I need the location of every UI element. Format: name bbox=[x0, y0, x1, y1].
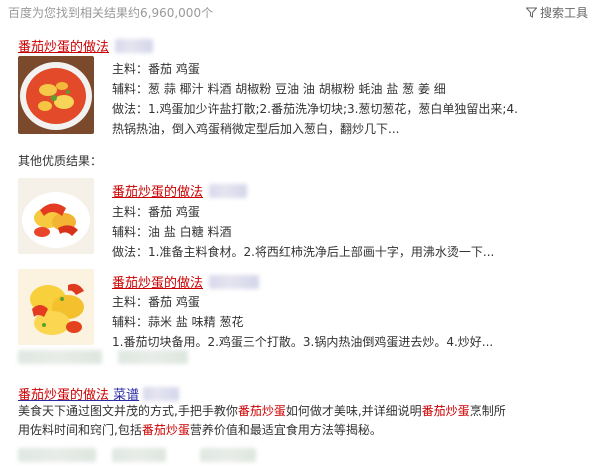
blurred-source bbox=[209, 183, 248, 198]
result-count: 百度为您找到相关结果约6,960,000个 bbox=[8, 6, 214, 20]
other-results-label: 其他优质结果： bbox=[18, 154, 103, 168]
snippet-highlight: 番茄炒蛋 bbox=[237, 404, 286, 418]
last-result-title-keyword: 番茄炒蛋的做法 bbox=[18, 388, 110, 403]
blurred-url bbox=[112, 448, 166, 462]
last-result-snippet: 美食天下通过图文并茂的方式,手把手教你番茄炒蛋如何做才美味,并详细说明番茄炒蛋烹… bbox=[18, 402, 588, 440]
other-2-aux-ingredients: 辅料：蒜米 盐 味精 葱花 bbox=[112, 315, 244, 329]
other-result-2-title-link[interactable]: 番茄炒蛋的做法 bbox=[112, 272, 203, 291]
blurred-url bbox=[118, 350, 188, 364]
blurred-source bbox=[209, 274, 260, 289]
top-steps-line1: 做法：1.鸡蛋加少许盐打散;2.番茄洗净切块;3.葱切葱花，葱白单独留出来;4. bbox=[112, 102, 518, 116]
search-tools-button[interactable]: 搜索工具 bbox=[525, 4, 588, 21]
last-result-title-row: 番茄炒蛋的做法 菜谱 bbox=[18, 384, 180, 403]
top-result-title-row: 番茄炒蛋的做法 bbox=[18, 36, 154, 55]
snippet-text: 营养价值和最适宜食用方法等揭秘。 bbox=[189, 423, 382, 437]
other-1-main-ingredients: 主料：番茄 鸡蛋 bbox=[112, 205, 200, 219]
top-result-thumbnail[interactable] bbox=[18, 56, 94, 134]
snippet-text: 美食天下通过图文并茂的方式,手把手教你 bbox=[18, 404, 238, 418]
blurred-url bbox=[18, 448, 96, 462]
other-result-2-title-row: 番茄炒蛋的做法 bbox=[112, 272, 260, 291]
blurred-url bbox=[200, 448, 256, 462]
last-result-title-link[interactable]: 番茄炒蛋的做法 菜谱 bbox=[18, 384, 139, 403]
top-aux-ingredients: 辅料：葱 蒜 椰汁 料酒 胡椒粉 豆油 油 胡椒粉 蚝油 盐 葱 姜 细 bbox=[112, 82, 446, 96]
other-result-1-title-row: 番茄炒蛋的做法 bbox=[112, 181, 248, 200]
last-result-title-suffix: 菜谱 bbox=[113, 388, 140, 403]
snippet-highlight: 番茄炒蛋 bbox=[141, 423, 190, 437]
search-tools-label: 搜索工具 bbox=[539, 6, 588, 20]
tomato-egg-plate-image bbox=[18, 178, 94, 254]
snippet-text: 烹制所 bbox=[469, 404, 506, 418]
top-steps-line2: 热锅热油，倒入鸡蛋稍微定型后加入葱白，翻炒几下... bbox=[112, 122, 400, 136]
other-1-aux-ingredients: 辅料：油 盐 白糖 料酒 bbox=[112, 225, 232, 239]
snippet-highlight: 番茄炒蛋 bbox=[421, 404, 470, 418]
other-2-steps: 1.番茄切块备用。2.鸡蛋三个打散。3.锅内热油倒鸡蛋进去炒。4.炒好... bbox=[112, 335, 494, 349]
snippet-text: 如何做才美味,并详细说明 bbox=[285, 404, 422, 418]
other-1-steps: 做法：1.准备主料食材。2.将西红柿洗净后上部画十字，用沸水烫一下... bbox=[112, 245, 495, 259]
other-result-2-thumbnail[interactable] bbox=[18, 269, 94, 345]
filter-icon bbox=[525, 7, 537, 18]
scrambled-egg-tomato-image bbox=[18, 269, 94, 345]
other-result-1-thumbnail[interactable] bbox=[18, 178, 94, 254]
top-result-title-link[interactable]: 番茄炒蛋的做法 bbox=[18, 36, 109, 55]
blurred-source bbox=[115, 38, 154, 53]
tomato-egg-dish-image bbox=[18, 56, 94, 134]
top-main-ingredients: 主料：番茄 鸡蛋 bbox=[112, 62, 200, 76]
blurred-source bbox=[143, 386, 180, 401]
blurred-url bbox=[18, 350, 102, 364]
snippet-text: 用佐料时间和窍门,包括 bbox=[18, 423, 142, 437]
other-result-1-title-link[interactable]: 番茄炒蛋的做法 bbox=[112, 181, 203, 200]
other-2-main-ingredients: 主料：番茄 鸡蛋 bbox=[112, 295, 200, 309]
